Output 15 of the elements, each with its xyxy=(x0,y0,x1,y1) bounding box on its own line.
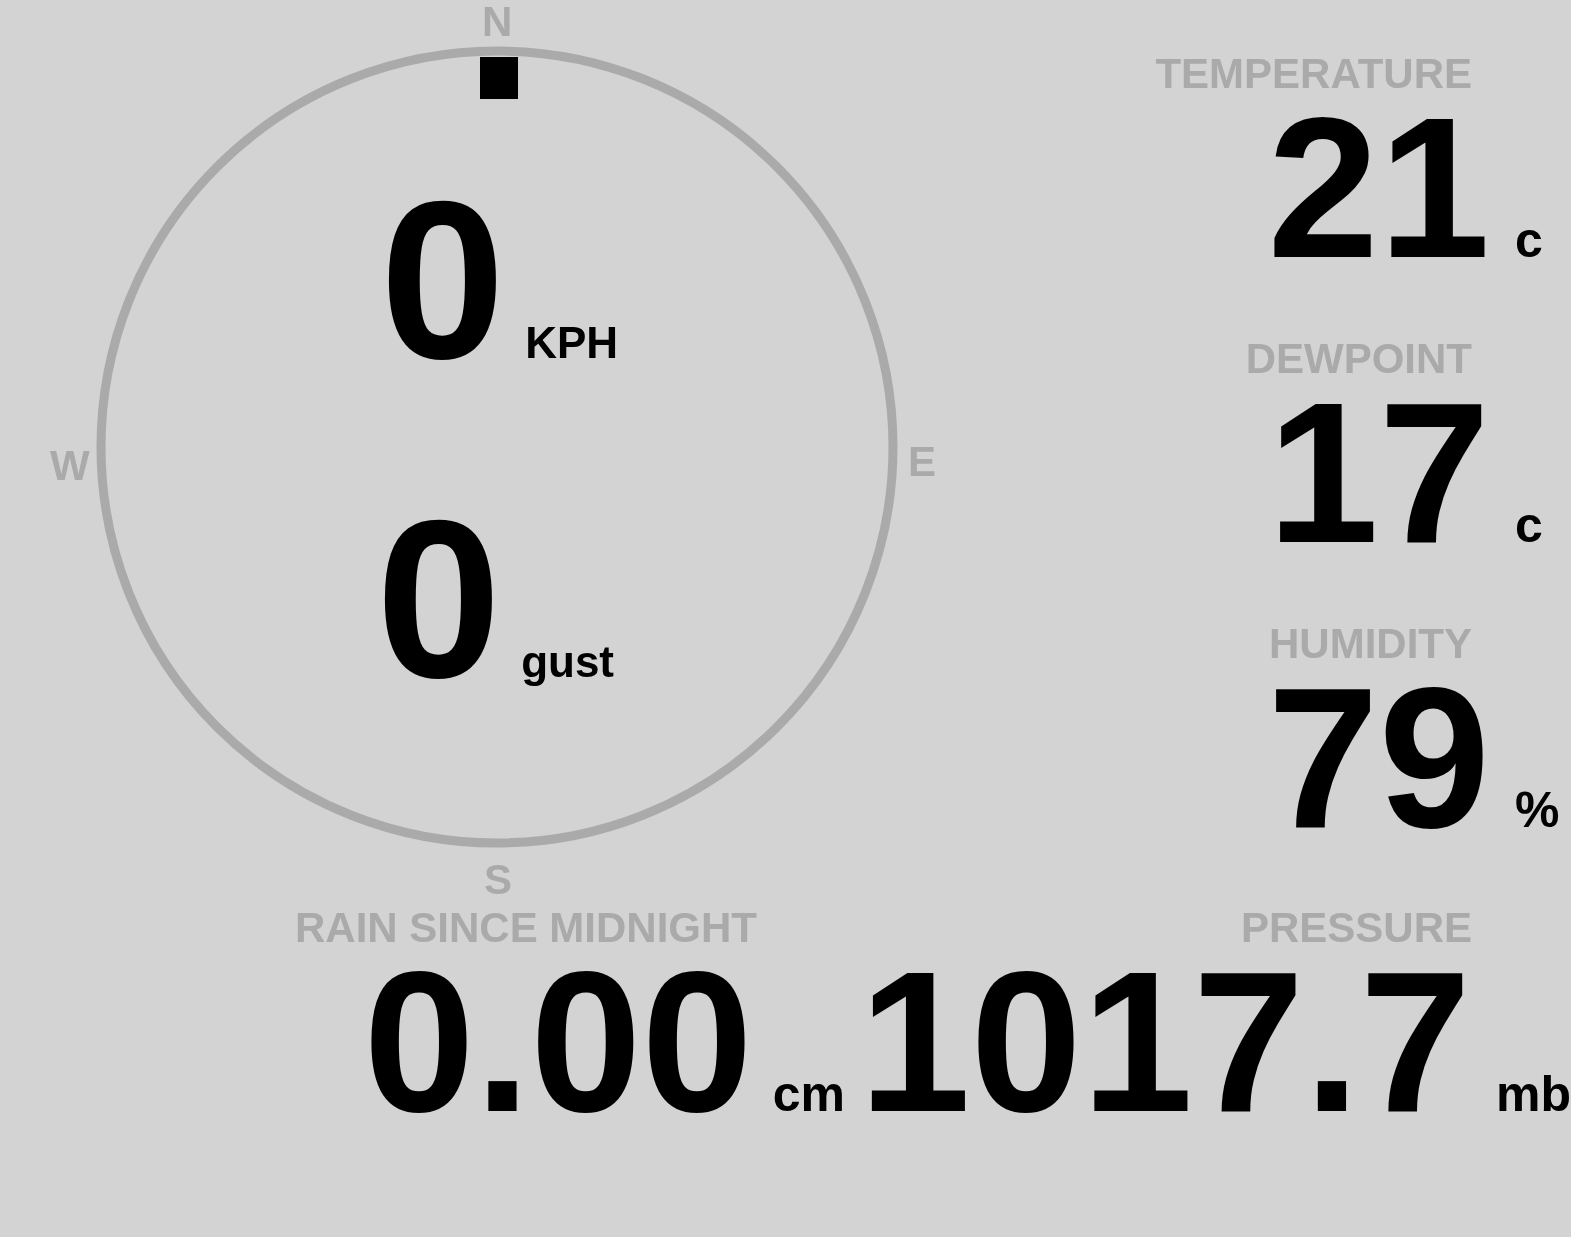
pressure-unit: mb xyxy=(1495,1065,1571,1123)
rain-unit: cm xyxy=(771,1065,845,1123)
wind-direction-marker xyxy=(480,57,518,99)
reading-unit: % xyxy=(1514,781,1561,839)
reading-value: 21 xyxy=(1267,88,1490,288)
reading-unit: c xyxy=(1514,496,1544,554)
gust-value: 0 xyxy=(376,487,502,712)
reading-value: 79 xyxy=(1267,658,1490,858)
reading-unit: c xyxy=(1514,211,1544,269)
wind-speed-unit: KPH xyxy=(525,318,619,368)
rain-value: 0.00 xyxy=(363,942,753,1142)
gust-unit: gust xyxy=(521,637,615,687)
wind-speed-value: 0 xyxy=(380,168,506,393)
pressure-value: 1017.7 xyxy=(859,942,1471,1142)
reading-value: 17 xyxy=(1267,373,1490,573)
